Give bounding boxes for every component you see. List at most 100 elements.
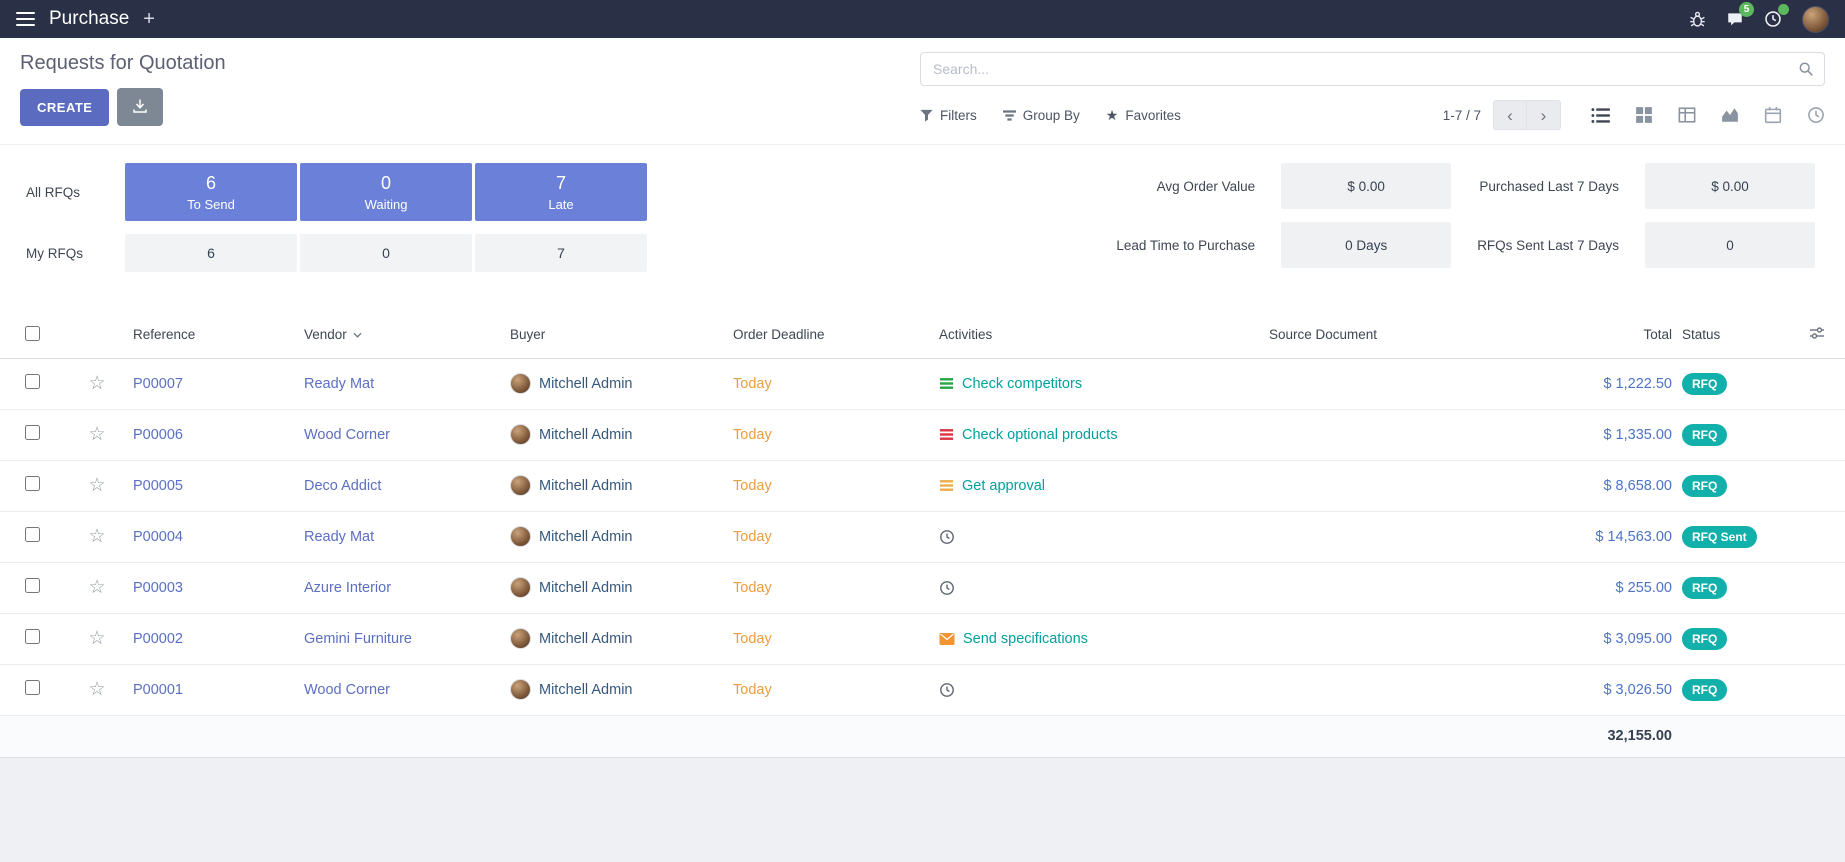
activity-view-icon[interactable] — [1807, 106, 1825, 124]
activities-clock-icon[interactable] — [1764, 10, 1782, 28]
page-title: Requests for Quotation — [20, 52, 894, 75]
header-order-deadline[interactable]: Order Deadline — [729, 312, 935, 358]
favorite-star-icon[interactable]: ☆ — [88, 628, 105, 649]
activity-label[interactable]: Check competitors — [962, 376, 1082, 392]
user-avatar[interactable] — [1802, 6, 1829, 33]
search-icon[interactable] — [1798, 61, 1814, 82]
header-buyer[interactable]: Buyer — [506, 312, 729, 358]
total-amount: $ 8,658.00 — [1603, 478, 1672, 494]
activity-clock-icon[interactable] — [939, 529, 955, 545]
reference-link[interactable]: P00002 — [133, 631, 183, 647]
my-rfqs-filter[interactable]: My RFQs — [26, 246, 122, 261]
activity-label[interactable]: Check optional products — [962, 427, 1118, 443]
table-row[interactable]: ☆ P00004 Ready Mat Mitchell Admin Today … — [0, 511, 1845, 562]
vendor-link[interactable]: Azure Interior — [304, 580, 391, 596]
table-row[interactable]: ☆ P00002 Gemini Furniture Mitchell Admin… — [0, 613, 1845, 664]
messages-icon[interactable]: 5 — [1726, 10, 1744, 28]
debug-bug-icon[interactable] — [1689, 11, 1706, 28]
purchased-last-7-days-value[interactable]: $ 0.00 — [1645, 163, 1815, 209]
reference-link[interactable]: P00005 — [133, 478, 183, 494]
vendor-link[interactable]: Wood Corner — [304, 427, 390, 443]
vendor-link[interactable]: Ready Mat — [304, 376, 374, 392]
apps-menu-icon[interactable] — [16, 12, 35, 26]
export-button[interactable] — [117, 88, 163, 126]
table-row[interactable]: ☆ P00003 Azure Interior Mitchell Admin T… — [0, 562, 1845, 613]
favorite-star-icon[interactable]: ☆ — [88, 424, 105, 445]
tile-waiting[interactable]: 0 Waiting — [300, 163, 472, 221]
filters-button[interactable]: Filters — [920, 108, 977, 123]
row-checkbox[interactable] — [25, 629, 40, 644]
vendor-link[interactable]: Ready Mat — [304, 529, 374, 545]
tile-late[interactable]: 7 Late — [475, 163, 647, 221]
vendor-link[interactable]: Gemini Furniture — [304, 631, 412, 647]
activity-tasks-icon — [939, 376, 954, 391]
create-button[interactable]: CREATE — [20, 89, 109, 126]
activity-label[interactable]: Get approval — [962, 478, 1045, 494]
purchase-dashboard: All RFQs 6 To Send 0 Waiting 7 Late My R… — [0, 145, 1845, 288]
pivot-view-icon[interactable] — [1678, 106, 1696, 124]
row-checkbox[interactable] — [25, 527, 40, 542]
download-icon — [132, 98, 148, 117]
vendor-link[interactable]: Wood Corner — [304, 682, 390, 698]
header-vendor[interactable]: Vendor — [300, 312, 506, 358]
favorite-star-icon[interactable]: ☆ — [88, 577, 105, 598]
favorite-star-icon[interactable]: ☆ — [88, 475, 105, 496]
avg-order-value[interactable]: $ 0.00 — [1281, 163, 1451, 209]
footer-total-sum: 32,155.00 — [1518, 715, 1678, 757]
order-deadline-value: Today — [733, 580, 772, 596]
row-checkbox[interactable] — [25, 425, 40, 440]
optional-columns-icon[interactable] — [1809, 325, 1825, 341]
header-status[interactable]: Status — [1678, 312, 1788, 358]
row-checkbox[interactable] — [25, 476, 40, 491]
reference-link[interactable]: P00007 — [133, 376, 183, 392]
reference-link[interactable]: P00001 — [133, 682, 183, 698]
table-row[interactable]: ☆ P00005 Deco Addict Mitchell Admin Toda… — [0, 460, 1845, 511]
table-row[interactable]: ☆ P00006 Wood Corner Mitchell Admin Toda… — [0, 409, 1845, 460]
favorites-button[interactable]: ★ Favorites — [1106, 107, 1181, 124]
header-source-document[interactable]: Source Document — [1265, 312, 1518, 358]
kanban-view-icon[interactable] — [1635, 106, 1653, 124]
favorite-star-icon[interactable]: ☆ — [88, 373, 105, 394]
total-amount: $ 1,335.00 — [1603, 427, 1672, 443]
total-amount: $ 3,026.50 — [1603, 682, 1672, 698]
graph-view-icon[interactable] — [1721, 106, 1739, 124]
activity-tasks-icon — [939, 478, 954, 493]
table-row[interactable]: ☆ P00007 Ready Mat Mitchell Admin Today … — [0, 358, 1845, 409]
activity-label[interactable]: Send specifications — [963, 631, 1088, 647]
header-activities[interactable]: Activities — [935, 312, 1265, 358]
reference-link[interactable]: P00006 — [133, 427, 183, 443]
activity-clock-icon[interactable] — [939, 682, 955, 698]
rfqs-sent-last-7-days-value[interactable]: 0 — [1645, 222, 1815, 268]
my-waiting-value[interactable]: 0 — [300, 234, 472, 272]
group-by-button[interactable]: Group By — [1003, 108, 1080, 123]
pager-next-button[interactable]: › — [1527, 100, 1561, 130]
row-checkbox[interactable] — [25, 374, 40, 389]
search-input[interactable] — [920, 52, 1825, 86]
header-total[interactable]: Total — [1518, 312, 1678, 358]
tile-to-send[interactable]: 6 To Send — [125, 163, 297, 221]
my-late-value[interactable]: 7 — [475, 234, 647, 272]
lead-time-value[interactable]: 0 Days — [1281, 222, 1451, 268]
activity-clock-icon[interactable] — [939, 580, 955, 596]
buyer-name: Mitchell Admin — [539, 376, 632, 392]
row-checkbox[interactable] — [25, 578, 40, 593]
header-reference[interactable]: Reference — [129, 312, 300, 358]
table-row[interactable]: ☆ P00001 Wood Corner Mitchell Admin Toda… — [0, 664, 1845, 715]
select-all-checkbox[interactable] — [25, 326, 40, 341]
app-name-menu[interactable]: Purchase — [49, 8, 129, 30]
calendar-view-icon[interactable] — [1764, 106, 1782, 124]
all-rfqs-filter[interactable]: All RFQs — [26, 185, 122, 200]
pager-previous-button[interactable]: ‹ — [1493, 100, 1527, 130]
reference-link[interactable]: P00003 — [133, 580, 183, 596]
buyer-name: Mitchell Admin — [539, 478, 632, 494]
vendor-link[interactable]: Deco Addict — [304, 478, 381, 494]
list-view-icon[interactable] — [1591, 106, 1610, 125]
favorite-star-icon[interactable]: ☆ — [88, 526, 105, 547]
plus-icon[interactable]: + — [143, 9, 155, 29]
row-checkbox[interactable] — [25, 680, 40, 695]
total-amount: $ 1,222.50 — [1603, 376, 1672, 392]
my-to-send-value[interactable]: 6 — [125, 234, 297, 272]
favorite-star-icon[interactable]: ☆ — [88, 679, 105, 700]
filter-funnel-icon — [920, 109, 933, 122]
reference-link[interactable]: P00004 — [133, 529, 183, 545]
